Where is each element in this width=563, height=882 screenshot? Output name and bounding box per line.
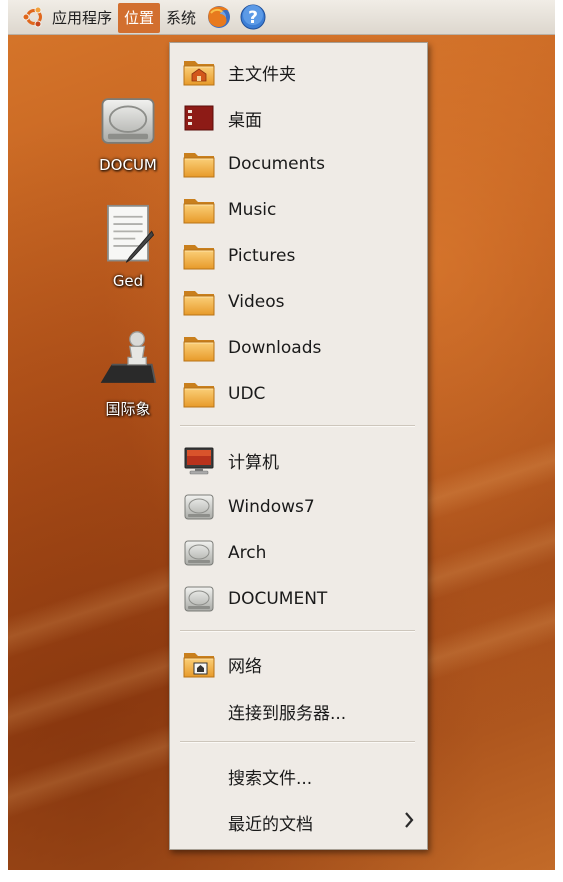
system-menu-label: 系统 <box>166 8 197 27</box>
applications-menu[interactable]: 应用程序 <box>8 0 118 34</box>
chevron-right-icon <box>405 812 414 828</box>
chess-icon <box>100 331 157 384</box>
menu-item-label: 桌面 <box>228 110 262 131</box>
network-folder-icon <box>182 647 216 681</box>
folder-icon <box>182 193 216 227</box>
places-dropdown-menu: 主文件夹 桌面 Documents Music Pictures Videos <box>169 42 428 850</box>
applications-menu-label: 应用程序 <box>52 8 113 27</box>
folder-icon <box>182 377 216 411</box>
menu-item-arch-drive[interactable]: Arch <box>170 532 427 574</box>
menu-item-label: Downloads <box>228 338 322 358</box>
menu-item-label: Documents <box>228 154 325 174</box>
text-editor-icon <box>107 204 155 263</box>
menu-item-label: 最近的文档 <box>228 814 313 835</box>
menu-item-connect-to-server[interactable]: 连接到服务器... <box>170 690 427 732</box>
menu-item-label: Windows7 <box>228 497 315 517</box>
menu-item-recent-documents[interactable]: 最近的文档 <box>170 801 427 843</box>
menu-item-computer[interactable]: 计算机 <box>170 439 427 481</box>
menu-item-videos[interactable]: Videos <box>170 281 427 323</box>
svg-text:?: ? <box>248 8 258 28</box>
menu-item-label: Videos <box>228 292 285 312</box>
menu-item-label: DOCUMENT <box>228 589 328 609</box>
firefox-icon <box>208 6 231 28</box>
menu-separator <box>180 630 415 632</box>
help-launcher[interactable]: ? <box>236 0 270 34</box>
menu-separator <box>180 425 415 427</box>
menu-item-downloads[interactable]: Downloads <box>170 327 427 369</box>
menu-item-label: 计算机 <box>228 452 279 473</box>
ubuntu-logo-icon <box>22 6 42 28</box>
menu-item-label: Music <box>228 200 277 220</box>
drive-icon <box>182 582 216 616</box>
desktop-icon-document-drive[interactable]: DOCUM <box>78 90 178 174</box>
home-folder-icon <box>182 55 216 89</box>
top-panel: 应用程序 位置 系统 ? <box>8 0 555 35</box>
desktop-icon-gedit[interactable]: Ged <box>78 202 178 290</box>
menu-separator <box>180 741 415 743</box>
menu-item-label: 网络 <box>228 656 262 677</box>
desktop-icon-label: 国际象 <box>105 400 151 418</box>
desktop-icon-label: Ged <box>112 272 144 290</box>
drive-icon <box>97 90 159 152</box>
menu-item-label: Pictures <box>228 246 296 266</box>
drive-icon <box>182 490 216 524</box>
places-menu[interactable]: 位置 <box>118 2 161 33</box>
menu-item-windows7-drive[interactable]: Windows7 <box>170 486 427 528</box>
menu-item-label: 连接到服务器... <box>228 703 347 724</box>
menu-item-music[interactable]: Music <box>170 189 427 231</box>
places-menu-label: 位置 <box>124 9 155 27</box>
menu-item-search-files[interactable]: 搜索文件... <box>170 755 427 797</box>
menu-item-document-drive[interactable]: DOCUMENT <box>170 578 427 620</box>
menu-item-home-folder[interactable]: 主文件夹 <box>170 51 427 93</box>
menu-item-network[interactable]: 网络 <box>170 643 427 685</box>
folder-icon <box>182 331 216 365</box>
folder-icon <box>182 239 216 273</box>
desktop-icon-chess[interactable]: 国际象 <box>78 328 178 419</box>
folder-icon <box>182 285 216 319</box>
system-menu[interactable]: 系统 <box>160 0 202 34</box>
menu-item-label: Arch <box>228 543 267 563</box>
firefox-launcher[interactable] <box>202 0 236 34</box>
menu-item-label: 主文件夹 <box>228 64 296 85</box>
help-icon: ? <box>240 4 266 30</box>
menu-item-label: 搜索文件... <box>228 768 313 789</box>
menu-item-udc[interactable]: UDC <box>170 373 427 415</box>
menu-item-pictures[interactable]: Pictures <box>170 235 427 277</box>
folder-icon <box>182 147 216 181</box>
drive-icon <box>182 536 216 570</box>
desktop-icon-label: DOCUM <box>99 156 157 174</box>
computer-icon <box>184 447 214 475</box>
menu-item-label: UDC <box>228 384 266 404</box>
desktop: 应用程序 位置 系统 ? DOCUM Ged 国际象 主文件夹 桌面 Docum… <box>8 0 555 870</box>
menu-item-desktop[interactable]: 桌面 <box>170 97 427 139</box>
desktop-icon <box>184 105 214 131</box>
menu-item-documents[interactable]: Documents <box>170 143 427 185</box>
